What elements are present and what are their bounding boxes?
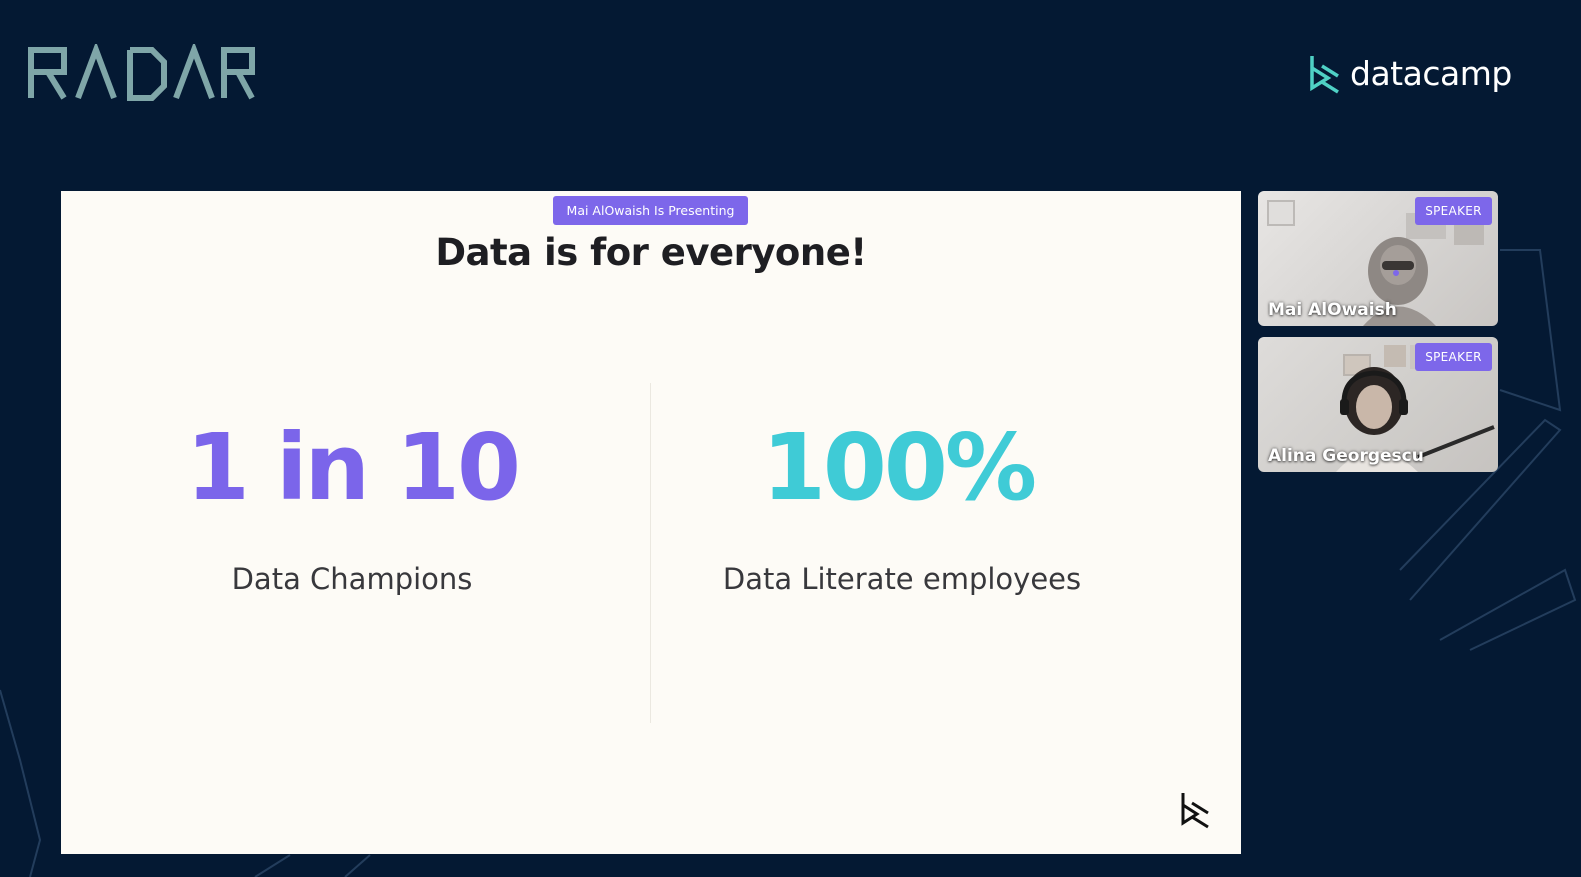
speaker-video-tile[interactable]: SPEAKER Alina Georgescu bbox=[1258, 337, 1498, 472]
stat-label: Data Champions bbox=[231, 562, 473, 596]
radar-logo bbox=[28, 44, 255, 101]
speaker-name: Mai AlOwaish bbox=[1268, 300, 1397, 320]
stat-label: Data Literate employees bbox=[722, 562, 1082, 596]
speaker-badge: SPEAKER bbox=[1415, 343, 1492, 371]
stat-value: 1 in 10 bbox=[185, 414, 521, 521]
slide-title: Data is for everyone! bbox=[435, 231, 867, 274]
datacamp-mark-icon bbox=[1310, 56, 1339, 94]
shared-slide: Data is for everyone! 1 in 10 Data Champ… bbox=[61, 191, 1241, 854]
datacamp-wordmark: datacamp bbox=[1350, 54, 1512, 93]
datacamp-logo: datacamp bbox=[1308, 50, 1512, 98]
stat-value: 100% bbox=[761, 414, 1037, 521]
speaker-badge: SPEAKER bbox=[1415, 197, 1492, 225]
speaker-video-tile[interactable]: SPEAKER Mai AlOwaish bbox=[1258, 191, 1498, 326]
speaker-name: Alina Georgescu bbox=[1268, 446, 1424, 466]
presenting-badge: Mai AlOwaish Is Presenting bbox=[553, 196, 748, 225]
datacamp-slide-icon bbox=[1181, 793, 1209, 829]
